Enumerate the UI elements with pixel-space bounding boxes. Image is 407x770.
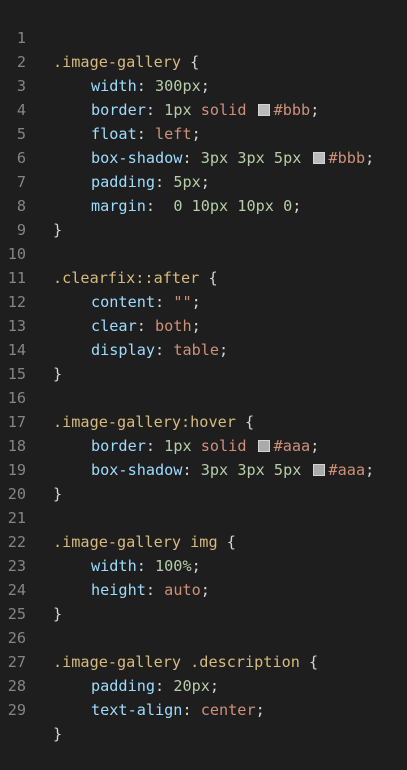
css-value: center xyxy=(200,701,256,719)
code-line-18[interactable]: 18 box-shadow: 3px 3px 5px #aaa; xyxy=(0,410,407,479)
code-line-27[interactable]: 27 padding: 20px; xyxy=(0,626,407,695)
code-line-23[interactable]: 23 height: auto; xyxy=(0,530,407,599)
code-line-11[interactable]: 11 content: ""; xyxy=(0,242,407,311)
code-line-9[interactable]: 9 xyxy=(0,194,407,239)
code-line-4[interactable]: 4 float: left; xyxy=(0,74,407,143)
code-line-1[interactable]: 1 .image-gallery { xyxy=(0,2,407,71)
code-line-28[interactable]: 28 text-align: center; xyxy=(0,650,407,719)
code-line-21[interactable]: 21 .image-gallery img { xyxy=(0,482,407,551)
code-line-16[interactable]: 16 .image-gallery:hover { xyxy=(0,362,407,431)
code-line-13[interactable]: 13 display: table; xyxy=(0,290,407,359)
code-line-15[interactable]: 15 xyxy=(0,338,407,383)
code-line-8[interactable]: 8 } xyxy=(0,170,407,239)
code-line-3[interactable]: 3 border: 1px solid #bbb; xyxy=(0,50,407,119)
code-line-5[interactable]: 5 box-shadow: 3px 3px 5px #bbb; xyxy=(0,98,407,167)
code-line-17[interactable]: 17 border: 1px solid #aaa; xyxy=(0,386,407,455)
code-line-2[interactable]: 2 width: 300px; xyxy=(0,26,407,95)
close-brace: } xyxy=(53,725,63,743)
code-line-22[interactable]: 22 width: 100%; xyxy=(0,506,407,575)
code-line-26[interactable]: 26 .image-gallery .description { xyxy=(0,602,407,671)
code-line-10[interactable]: 10 .clearfix::after { xyxy=(0,218,407,287)
code-line-29[interactable]: 29 } xyxy=(0,674,407,743)
code-line-7[interactable]: 7 margin: 0 10px 10px 0; xyxy=(0,146,407,215)
code-line-12[interactable]: 12 clear: both; xyxy=(0,266,407,335)
code-line-19[interactable]: 19 } xyxy=(0,434,407,503)
code-line-6[interactable]: 6 padding: 5px; xyxy=(0,122,407,191)
code-line-14[interactable]: 14 } xyxy=(0,314,407,383)
css-property: text-align xyxy=(91,701,183,719)
code-editor[interactable]: 1 .image-gallery { 2 width: 300px; 3 bor… xyxy=(0,0,407,743)
code-line-25[interactable]: 25 xyxy=(0,578,407,623)
code-line-24[interactable]: 24 } xyxy=(0,554,407,623)
code-line-20[interactable]: 20 xyxy=(0,458,407,503)
